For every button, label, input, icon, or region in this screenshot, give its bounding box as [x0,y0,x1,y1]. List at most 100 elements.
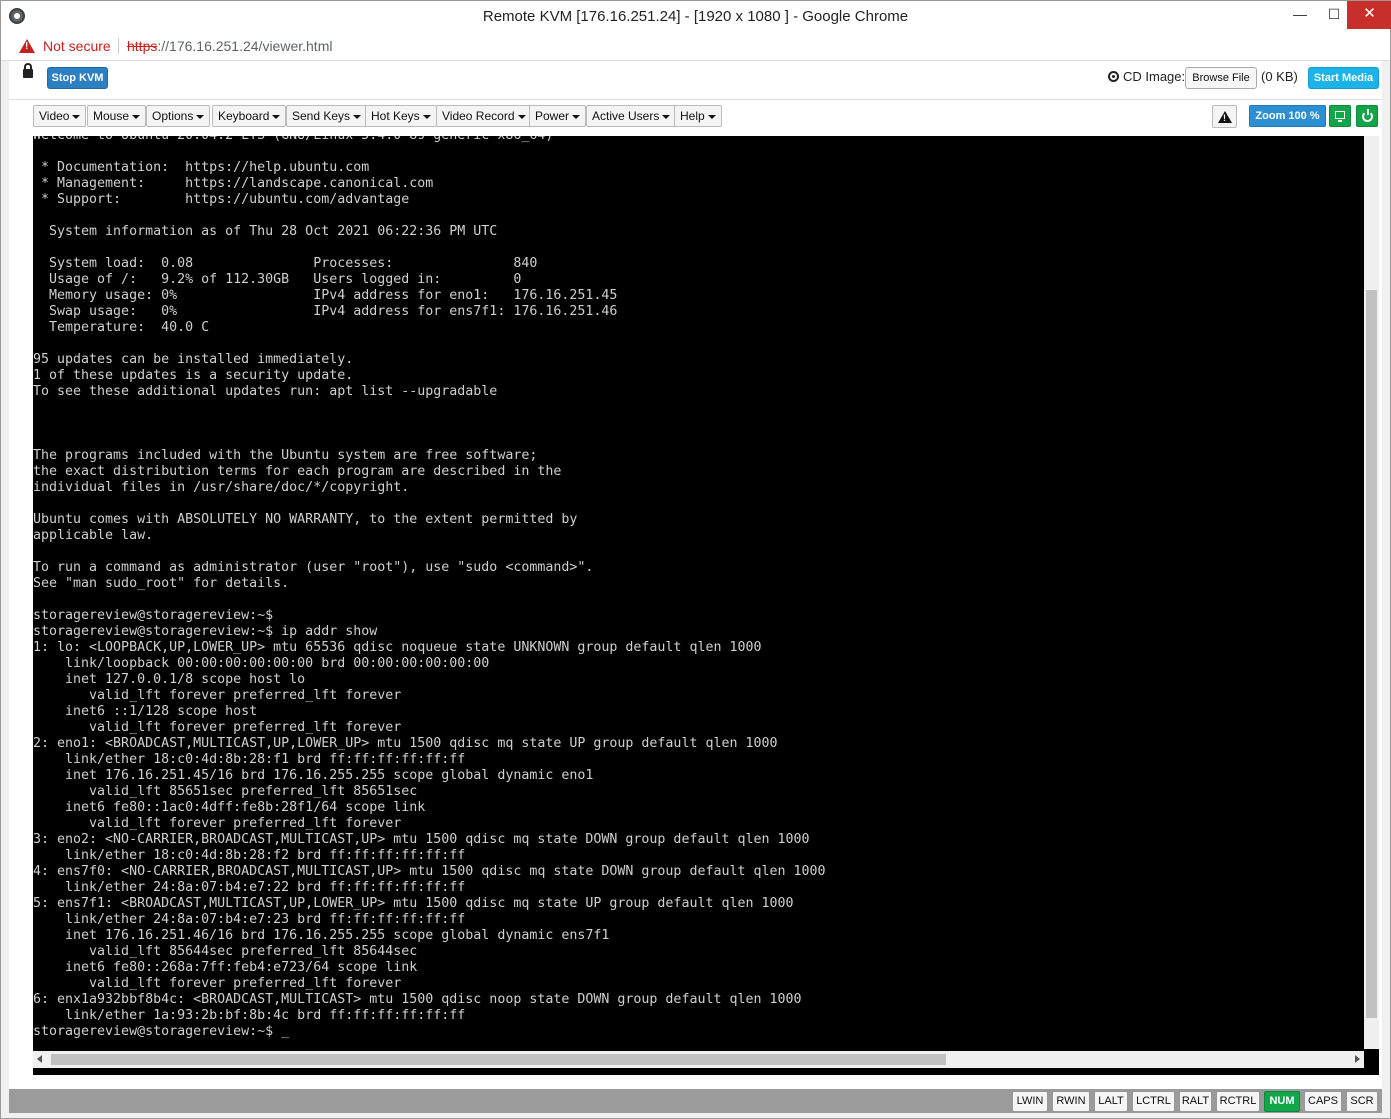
chevron-down-icon [72,114,81,119]
terminal-line: inet 176.16.251.46/16 brd 176.16.255.255… [33,928,610,943]
terminal-line: inet6 ::1/128 scope host [33,704,258,719]
terminal-line: To run a command as administrator (user … [33,560,594,575]
scroll-left-icon[interactable] [37,1055,42,1063]
terminal-line: valid_lft forever preferred_lft forever [33,976,402,991]
menu-video-label: Video [39,109,70,123]
url-scheme: https [127,38,158,54]
vertical-scroll-thumb[interactable] [1366,290,1377,1018]
terminal-line: * Support: https://ubuntu.com/advantage [33,192,410,207]
terminal-line: * Management: https://landscape.canonica… [33,176,434,191]
alert-button[interactable] [1212,105,1237,128]
menu-active-users[interactable]: Active Users [586,105,677,127]
horizontal-scroll-thumb[interactable] [51,1054,946,1065]
menu-active-users-label: Active Users [592,109,660,123]
address-separator [118,38,119,54]
key-scr-button[interactable]: SCR [1346,1091,1378,1112]
file-size-label: (0 KB) [1261,69,1298,84]
terminal-line: valid_lft forever preferred_lft forever [33,688,402,703]
terminal-line: valid_lft 85644sec preferred_lft 85644se… [33,944,418,959]
key-ralt-button[interactable]: RALT [1179,1091,1212,1112]
terminal-line: 5: ens7f1: <BROADCAST,MULTICAST,UP,LOWER… [33,896,794,911]
terminal-line: 1 of these updates is a security update. [33,368,354,383]
kvm-console[interactable]: Welcome to Ubuntu 20.04.2 LTS (GNU/Linux… [33,136,1379,1075]
menu-video[interactable]: Video [33,105,87,127]
display-button[interactable] [1329,105,1351,127]
warning-triangle-icon[interactable] [19,39,35,53]
chevron-down-icon [707,114,716,119]
terminal-line: 6: enx1a932bbf8b4c: <BROADCAST,MULTICAST… [33,992,802,1007]
horizontal-scrollbar[interactable] [33,1051,1364,1068]
scroll-right-icon[interactable] [1355,1055,1360,1063]
menu-options[interactable]: Options [146,105,211,127]
terminal-line: the exact distribution terms for each pr… [33,464,562,479]
chevron-down-icon [422,114,431,119]
menu-power[interactable]: Power [529,105,587,127]
keyboard-status-bar: LWIN RWIN LALT LCTRL RALT RCTRL NUM CAPS SCR [9,1089,1382,1113]
menu-power-label: Power [535,109,570,123]
zoom-button[interactable]: Zoom 100 % [1249,105,1326,127]
key-rctrl-button[interactable]: RCTRL [1216,1091,1260,1112]
menu-send-keys-label: Send Keys [292,109,351,123]
close-button[interactable]: ✕ [1347,1,1391,29]
terminal-line: 3: eno2: <NO-CARRIER,BROADCAST,MULTICAST… [33,832,810,847]
terminal-line: valid_lft 85651sec preferred_lft 85651se… [33,784,418,799]
terminal-line: 95 updates can be installed immediately. [33,352,354,367]
browse-file-button[interactable]: Browse File [1185,67,1257,89]
menu-video-record-label: Video Record [442,109,515,123]
terminal-line: System load: 0.08 Processes: 840 [33,256,538,271]
terminal-line: Memory usage: 0% IPv4 address for eno1: … [33,288,618,303]
terminal-line: The programs included with the Ubuntu sy… [33,448,538,463]
minimize-button[interactable]: — [1283,1,1317,29]
url-text[interactable]: https://176.16.251.24/viewer.html [127,38,332,54]
start-media-button[interactable]: Start Media [1308,67,1379,89]
menu-video-record[interactable]: Video Record [436,105,532,127]
key-rwin-button[interactable]: RWIN [1052,1091,1090,1112]
menu-hot-keys[interactable]: Hot Keys [365,105,437,127]
terminal-line: * Documentation: https://help.ubuntu.com [33,160,370,175]
lock-icon[interactable] [23,63,33,78]
vertical-scrollbar[interactable] [1364,136,1379,1049]
terminal-line: link/loopback 00:00:00:00:00:00 brd 00:0… [33,656,490,671]
menu-keyboard-label: Keyboard [218,109,270,123]
maximize-button[interactable]: ☐ [1317,1,1351,29]
terminal-line: link/ether 18:c0:4d:8b:28:f2 brd ff:ff:f… [33,848,466,863]
stop-kvm-button[interactable]: Stop KVM [47,67,108,89]
title-bar: Remote KVM [176.16.251.24] - [1920 x 108… [1,1,1391,32]
menu-keyboard[interactable]: Keyboard [212,105,287,127]
terminal-output: Welcome to Ubuntu 20.04.2 LTS (GNU/Linux… [33,136,1363,1040]
key-caps-button[interactable]: CAPS [1304,1091,1342,1112]
chevron-down-icon [662,114,671,119]
terminal-line: 1: lo: <LOOPBACK,UP,LOWER_UP> mtu 65536 … [33,640,762,655]
terminal-line: link/ether 18:c0:4d:8b:28:f1 brd ff:ff:f… [33,752,466,767]
chevron-down-icon [572,114,581,119]
key-num-button[interactable]: NUM [1264,1091,1300,1112]
terminal-line: See "man sudo_root" for details. [33,576,290,591]
menu-mouse[interactable]: Mouse [87,105,147,127]
power-button[interactable] [1356,105,1378,127]
menu-send-keys[interactable]: Send Keys [286,105,368,127]
monitor-icon [1335,111,1345,122]
key-lwin-button[interactable]: LWIN [1012,1091,1048,1112]
key-lctrl-button[interactable]: LCTRL [1132,1091,1175,1112]
terminal-line: applicable law. [33,528,154,543]
terminal-line: storagereview@storagereview:~$ ip addr s… [33,624,378,639]
chevron-down-icon [196,114,205,119]
menu-help[interactable]: Help [674,105,722,127]
menu-help-label: Help [680,109,705,123]
cd-disc-icon [1108,71,1119,82]
terminal-line: valid_lft forever preferred_lft forever [33,720,402,735]
window-title: Remote KVM [176.16.251.24] - [1920 x 108… [482,8,909,25]
terminal-line: 4: ens7f0: <NO-CARRIER,BROADCAST,MULTICA… [33,864,826,879]
key-lalt-button[interactable]: LALT [1094,1091,1128,1112]
security-status[interactable]: Not secure [43,38,111,54]
alert-icon [1218,111,1232,123]
terminal-line: link/ether 24:8a:07:b4:e7:23 brd ff:ff:f… [33,912,466,927]
address-bar[interactable]: Not secure https://176.16.251.24/viewer.… [1,32,1390,61]
menu-options-label: Options [152,109,194,123]
